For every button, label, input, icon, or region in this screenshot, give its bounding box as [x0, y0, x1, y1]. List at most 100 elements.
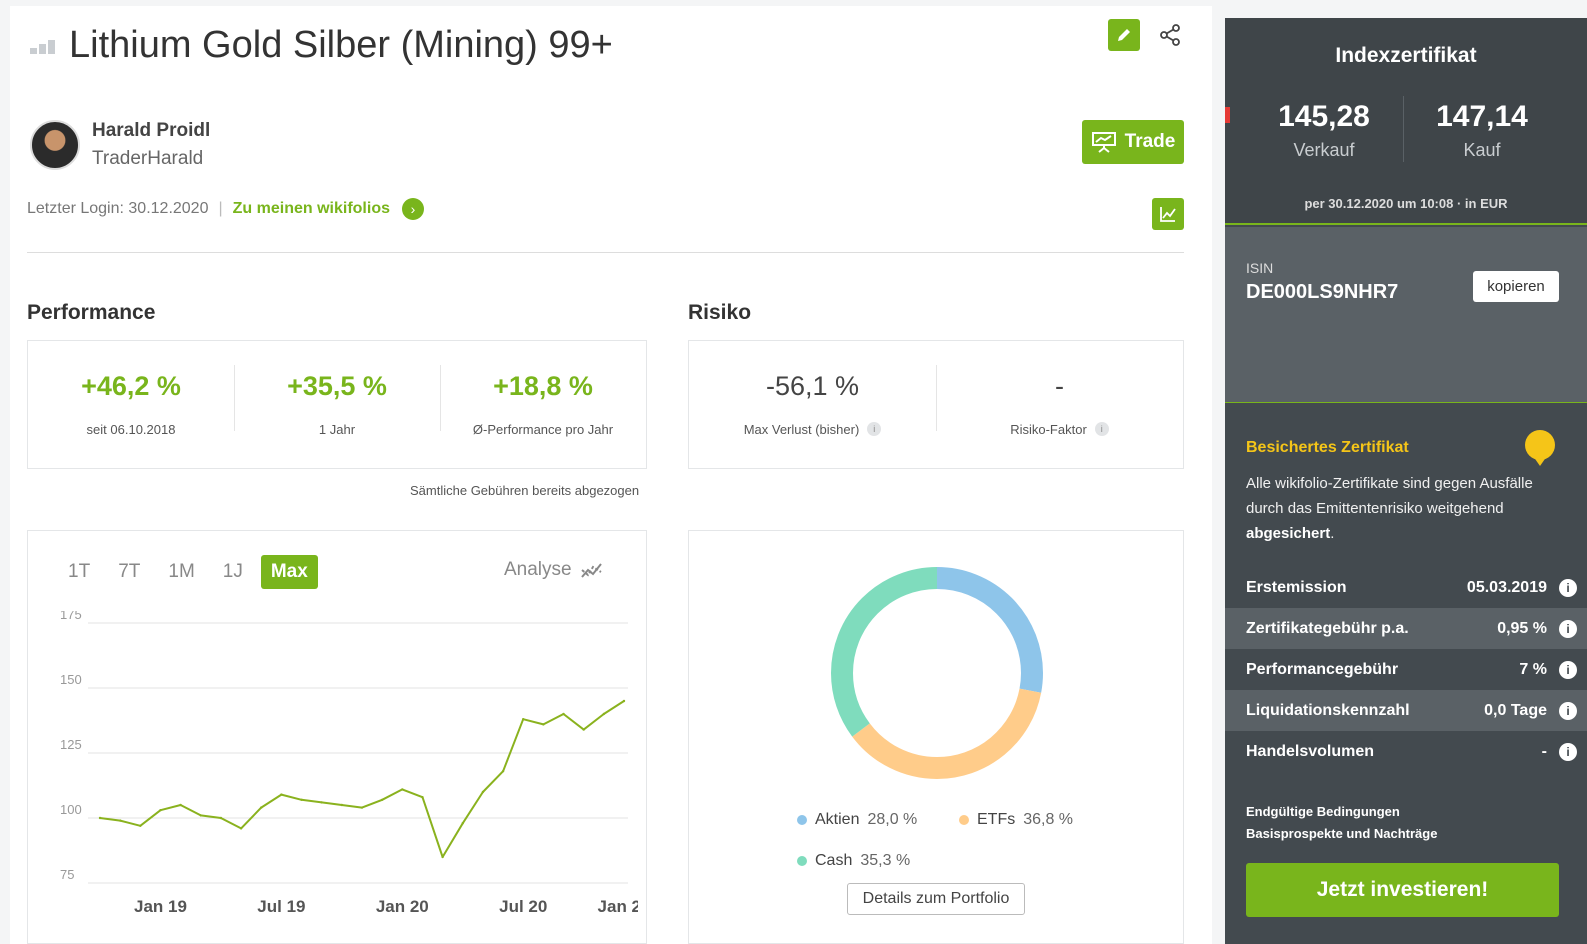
data-point: [118, 819, 122, 822]
share-icon[interactable]: [1158, 23, 1182, 47]
author-name[interactable]: Harald Proidl: [92, 120, 210, 142]
analyse-button[interactable]: Analyse: [504, 559, 604, 581]
x-tick-label: Jul 19: [257, 897, 305, 916]
edit-button[interactable]: [1108, 19, 1140, 51]
kpi-risk-factor: - Risiko-Faktor i: [936, 364, 1183, 439]
data-point: [461, 822, 464, 825]
sell-label: Verkauf: [1293, 140, 1355, 160]
invest-button[interactable]: Jetzt investieren!: [1246, 863, 1559, 917]
kpi-label: 1 Jahr: [318, 421, 356, 437]
kpi-label: seit 06.10.2018: [86, 421, 176, 437]
isin-label: ISIN: [1246, 260, 1274, 276]
fact-key: Performancegebühr: [1246, 660, 1399, 678]
kpi-value: -56,1 %: [765, 370, 860, 401]
performance-chart-card: 1T 7T 1M 1J Max Analyse 75 100 125 150 175 Ja…: [27, 530, 647, 944]
fact-value: 0,95 %: [1497, 619, 1547, 637]
analyse-label: Analyse: [504, 559, 572, 580]
price-indicator: [1225, 107, 1230, 123]
legend-name: Aktien: [815, 811, 860, 828]
my-wikifolios-link[interactable]: Zu meinen wikifolios: [233, 200, 390, 218]
data-point: [300, 798, 303, 801]
tab-max[interactable]: Max: [260, 555, 318, 589]
data-point: [219, 816, 223, 820]
kpi-one-year: +35,5 % 1 Jahr: [234, 364, 440, 439]
data-point: [139, 824, 142, 827]
award-badge-icon: [1525, 430, 1555, 466]
login-line: Letzter Login: 30.12.2020 | Zu meinen wi…: [27, 198, 424, 220]
y-tick-label: 75: [60, 867, 74, 882]
fact-value: 05.03.2019: [1466, 578, 1547, 596]
tab-1t[interactable]: 1T: [58, 555, 100, 589]
author-handle: TraderHarald: [92, 148, 204, 169]
main-content: Lithium Gold Silber (Mining) 99+ Harald …: [10, 6, 1212, 944]
data-point: [280, 793, 283, 796]
data-point: [441, 855, 444, 859]
risk-card: -56,1 % Max Verlust (bisher) i - Risiko-F…: [688, 340, 1184, 469]
data-point: [239, 827, 243, 830]
buy-price: 147,14 Kauf: [1407, 100, 1557, 161]
allocation-donut: [831, 567, 1043, 779]
info-icon[interactable]: i: [1559, 742, 1577, 761]
avatar[interactable]: [30, 120, 80, 170]
portfolio-details-button[interactable]: Details zum Portfolio: [847, 883, 1025, 915]
data-point: [380, 798, 384, 801]
info-icon[interactable]: i: [1094, 422, 1109, 436]
sell-value: 145,28: [1278, 100, 1370, 133]
isin-value: DE000LS9NHR7: [1246, 281, 1399, 303]
kpi-since-start: +46,2 % seit 06.10.2018: [28, 371, 234, 439]
info-icon[interactable]: i: [867, 422, 882, 436]
analysis-chart-icon: [580, 563, 602, 578]
buy-label: Kauf: [1463, 140, 1501, 160]
tab-1m[interactable]: 1M: [158, 555, 204, 589]
prospectus-link[interactable]: Basisprospekte und Nachträge: [1246, 826, 1437, 841]
fact-row: Erstemission 05.03.2019 i: [1225, 567, 1587, 608]
data-point: [199, 814, 202, 817]
fact-row: Zertifikategebühr p.a. 0,95 % i: [1225, 608, 1587, 649]
data-point: [340, 803, 344, 807]
final-terms-link[interactable]: Endgültige Bedingungen: [1246, 804, 1400, 819]
trade-button[interactable]: Trade: [1082, 120, 1184, 164]
x-tick-label: Jan 19: [134, 897, 187, 916]
data-point: [421, 796, 424, 799]
info-icon[interactable]: i: [1559, 578, 1577, 597]
kpi-label: Risiko-Faktor: [1010, 421, 1087, 437]
y-tick-label: 175: [60, 611, 82, 622]
kpi-value: -: [1055, 370, 1064, 401]
data-point: [522, 718, 525, 721]
fact-row: Handelsvolumen - i: [1225, 731, 1587, 772]
info-icon[interactable]: i: [1559, 701, 1577, 720]
fact-key: Liquidationskennzahl: [1246, 701, 1410, 719]
secured-certificate-text: Alle wikifolio-Zertifikate sind gegen Au…: [1246, 475, 1533, 542]
allocation-card: Aktien 28,0 % ETFs 36,8 % Cash 35,3 % De…: [688, 530, 1184, 944]
fact-key: Zertifikategebühr p.a.: [1246, 619, 1409, 637]
data-point: [542, 723, 545, 726]
data-point: [501, 770, 505, 773]
data-point: [179, 803, 182, 807]
chevron-right-icon[interactable]: ›: [402, 198, 424, 220]
fact-key: Handelsvolumen: [1246, 742, 1375, 760]
legend-dot: [959, 815, 969, 825]
copy-isin-button[interactable]: kopieren: [1473, 271, 1559, 302]
info-icon[interactable]: i: [1559, 619, 1577, 638]
x-tick-label: Jan 20: [376, 897, 429, 916]
tab-7t[interactable]: 7T: [108, 555, 150, 589]
data-point: [260, 806, 263, 809]
legend-item-cash: Cash 35,3 %: [797, 852, 910, 870]
info-icon[interactable]: i: [1559, 660, 1577, 679]
divider: [27, 252, 1184, 253]
legend-dot: [797, 856, 807, 866]
legend-item-etfs: ETFs 36,8 %: [959, 811, 1073, 829]
quote-panel: Indexzertifikat 145,28 Verkauf 147,14 Ka…: [1225, 18, 1587, 225]
chart-button[interactable]: [1152, 198, 1184, 230]
presentation-icon: [1091, 132, 1116, 153]
legend-dot: [797, 815, 807, 825]
last-login: Letzter Login: 30.12.2020: [27, 200, 209, 217]
fees-note: Sämtliche Gebühren bereits abgezogen: [410, 483, 640, 498]
kpi-value: +35,5 %: [287, 370, 387, 401]
kpi-label: Max Verlust (bisher): [743, 421, 860, 437]
x-tick-label: Jan 21: [598, 897, 638, 916]
timeframe-tabs: 1T 7T 1M 1J Max: [58, 555, 318, 589]
legend-name: Cash: [815, 852, 853, 869]
tab-1j[interactable]: 1J: [213, 555, 253, 589]
data-point: [98, 816, 102, 820]
